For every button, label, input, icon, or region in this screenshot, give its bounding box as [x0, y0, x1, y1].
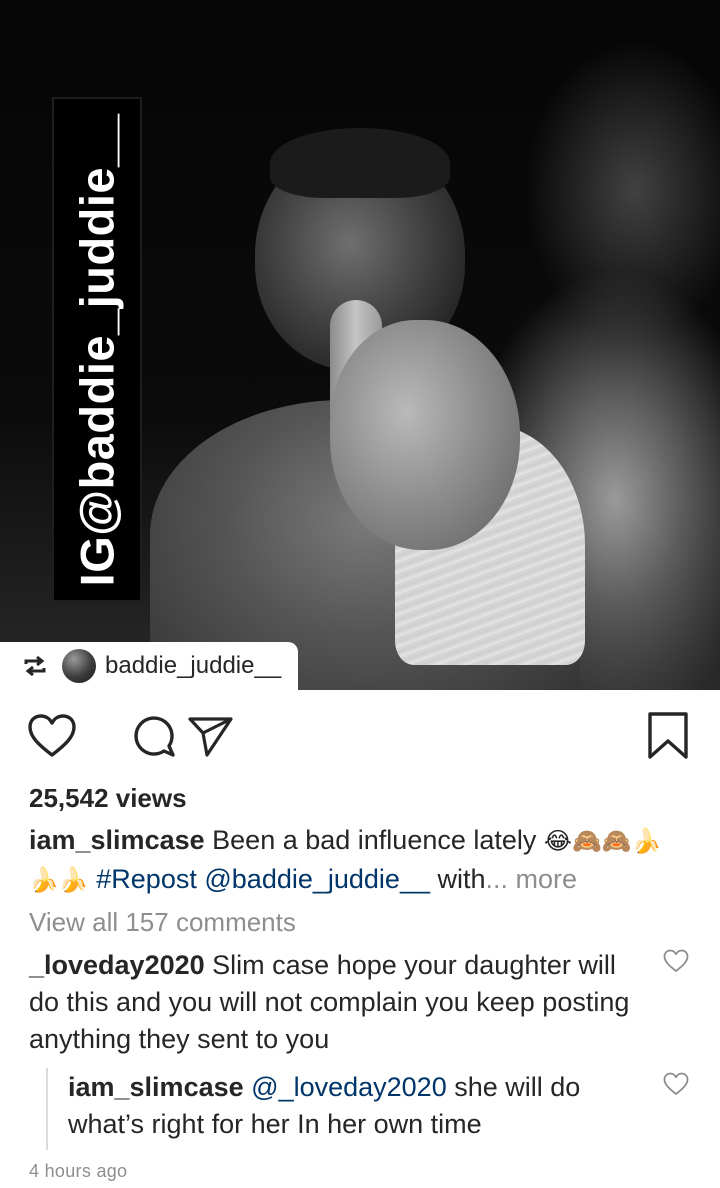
reply-like-heart-icon[interactable]	[662, 1071, 690, 1097]
watermark-banner: IG@baddie_juddie__	[52, 97, 142, 602]
save-button[interactable]	[642, 710, 694, 762]
post-timestamp: 4 hours ago	[29, 1161, 128, 1181]
caption-hashtag[interactable]: #Repost	[96, 864, 197, 894]
caption-username[interactable]: iam_slimcase	[29, 825, 205, 855]
caption-more-link[interactable]: ... more	[486, 864, 578, 894]
comment-button[interactable]	[128, 710, 180, 762]
share-button[interactable]	[184, 710, 236, 762]
heart-outline-icon	[27, 713, 77, 759]
repost-attribution[interactable]: baddie_juddie__	[0, 642, 298, 690]
view-count[interactable]: 25,542 views	[29, 783, 187, 814]
repost-username[interactable]: baddie_juddie__	[105, 652, 281, 680]
paper-plane-icon	[185, 713, 235, 759]
photo-subject-hair	[270, 128, 450, 198]
caption-emojis: 😂🙈🙈🍌	[543, 827, 662, 855]
bookmark-outline-icon	[646, 711, 690, 761]
reply-mention[interactable]: @_loveday2020	[251, 1072, 447, 1102]
comment-item: _loveday2020 Slim case hope your daughte…	[29, 947, 649, 1058]
post-media[interactable]: IG@baddie_juddie__ baddie_juddie__	[0, 0, 720, 690]
comment-username[interactable]: _loveday2020	[29, 950, 205, 980]
post-caption: iam_slimcase Been a bad influence lately…	[29, 821, 699, 899]
repost-icon	[22, 655, 48, 677]
caption-emojis-continued: 🍌🍌	[29, 866, 89, 894]
like-button[interactable]	[26, 710, 78, 762]
watermark-text: IG@baddie_juddie__	[70, 113, 124, 586]
reply-username[interactable]: iam_slimcase	[68, 1072, 244, 1102]
view-all-comments-link[interactable]: View all 157 comments	[29, 907, 296, 938]
comment-like-heart-icon[interactable]	[662, 948, 690, 974]
photo-subject-hand	[330, 320, 520, 550]
reply-item: iam_slimcase @_loveday2020 she will do w…	[68, 1069, 628, 1143]
reply-thread-line	[46, 1068, 48, 1150]
caption-mention[interactable]: @baddie_juddie__	[204, 864, 430, 894]
post-action-bar	[0, 700, 720, 770]
caption-tail: with	[437, 864, 486, 894]
repost-avatar[interactable]	[62, 649, 96, 683]
caption-text: Been a bad influence lately	[212, 825, 537, 855]
comment-bubble-icon	[131, 713, 177, 759]
